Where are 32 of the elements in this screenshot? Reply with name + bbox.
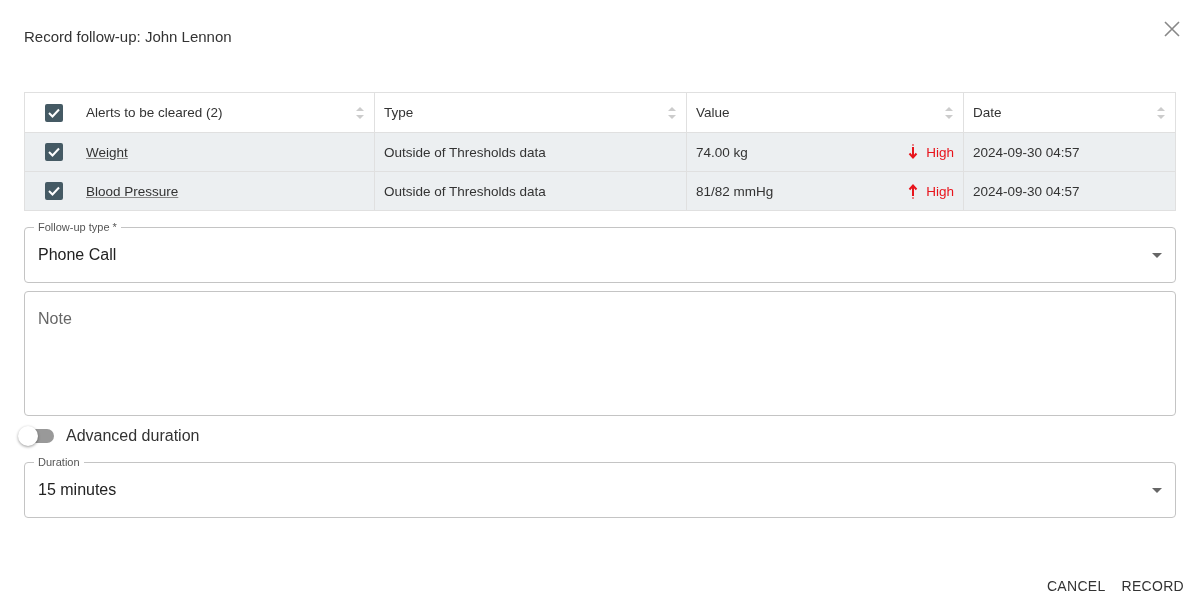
alert-link[interactable]: Weight [86,144,128,160]
table-cell: Outside of Thresholds data [384,183,546,199]
dialog-button[interactable]: CANCEL [1038,570,1114,602]
field-label: Duration [34,456,84,468]
table-cell: 2024-09-30 04:57 [973,144,1080,160]
table-cell: 81/82 mmHg [696,183,774,199]
column-header[interactable]: Type [384,105,414,120]
dialog-button[interactable]: RECORD [1113,570,1192,602]
column-header[interactable]: Date [973,105,1002,120]
toggle-switch[interactable] [20,429,54,443]
table-cell: Outside of Thresholds data [384,144,546,160]
checkbox[interactable] [45,182,63,200]
alert-link[interactable]: Blood Pressure [86,183,179,199]
arrow-up-icon [908,183,919,199]
table-cell: 74.00 kg [696,144,748,160]
table-cell: 2024-09-30 04:57 [973,183,1080,199]
flag-label: High [926,144,954,160]
select-value: 15 minutes [38,481,117,499]
note-field[interactable]: Note [24,291,1176,416]
column-header[interactable]: Value [696,105,730,120]
caret-icon [1152,252,1162,258]
checkbox[interactable] [45,143,63,161]
column-header[interactable]: Alerts to be cleared (2) [86,105,223,120]
flag-label: High [926,183,954,199]
close-icon[interactable] [1164,21,1180,37]
toggle-label: Advanced duration [66,427,200,445]
checkbox[interactable] [45,103,63,122]
dialog-title: Record follow-up: John Lennon [24,28,232,45]
select-value: Phone Call [38,246,117,264]
arrow-down-icon [908,144,919,160]
caret-icon [1152,487,1162,493]
field-label: Follow-up type * [34,221,121,233]
